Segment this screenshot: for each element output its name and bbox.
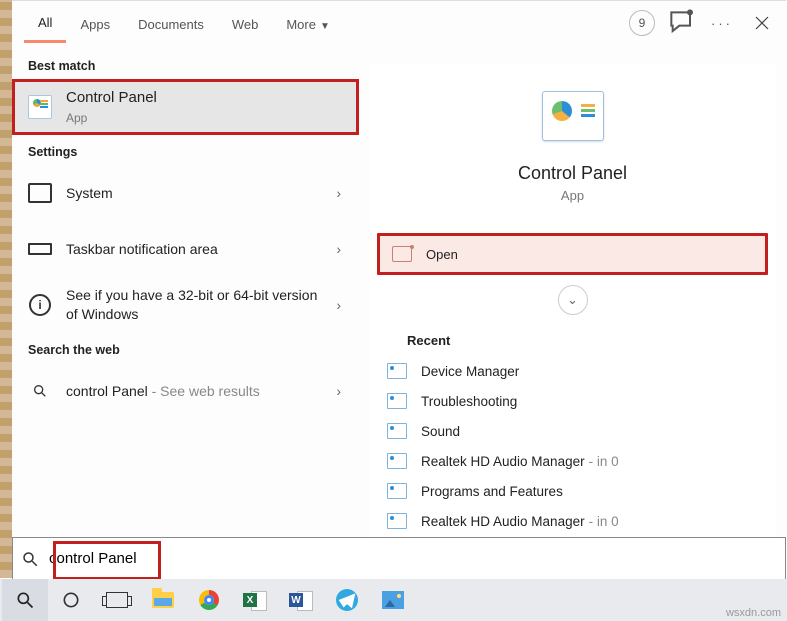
tab-documents[interactable]: Documents: [124, 5, 218, 42]
taskbar-taskview-button[interactable]: [94, 579, 140, 621]
taskbar-telegram-button[interactable]: [324, 579, 370, 621]
recent-item[interactable]: Sound: [383, 416, 768, 446]
rewards-badge[interactable]: 9: [626, 7, 658, 39]
recent-list: Device Manager Troubleshooting Sound Rea…: [377, 356, 768, 536]
chevron-right-icon: ›: [328, 185, 349, 201]
watermark: wsxdn.com: [726, 607, 781, 619]
taskbar-chrome-button[interactable]: [186, 579, 232, 621]
open-icon: [392, 246, 412, 262]
web-heading: Search the web: [12, 333, 359, 363]
chevron-down-icon: ⌄: [567, 292, 578, 308]
chevron-right-icon: ›: [328, 241, 349, 257]
app-icon: [387, 393, 407, 409]
taskbar-icon: [28, 237, 52, 261]
tabs-row: All Apps Documents Web More▼ 9 ···: [12, 1, 786, 45]
preview-title: Control Panel: [518, 163, 627, 184]
taskbar-photos-button[interactable]: [370, 579, 416, 621]
best-match-result[interactable]: Control Panel App: [12, 79, 359, 135]
app-icon: [387, 453, 407, 469]
settings-item-bitness[interactable]: i See if you have a 32-bit or 64-bit ver…: [12, 277, 359, 333]
recent-item[interactable]: Realtek HD Audio Manager - in 0: [383, 506, 768, 536]
control-panel-large-icon: [542, 91, 604, 141]
chevron-right-icon: ›: [328, 383, 349, 399]
chevron-right-icon: ›: [328, 297, 349, 313]
tab-apps[interactable]: Apps: [66, 5, 124, 42]
taskbar-search-button[interactable]: [2, 579, 48, 621]
settings-item-taskbar[interactable]: Taskbar notification area ›: [12, 221, 359, 277]
results-column: Best match Control Panel App Settings Sy…: [12, 45, 359, 579]
recent-item[interactable]: Realtek HD Audio Manager - in 0: [383, 446, 768, 476]
expand-actions-button[interactable]: ⌄: [558, 285, 588, 315]
search-bar[interactable]: [12, 537, 786, 580]
web-query-text: control Panel: [66, 383, 148, 399]
control-panel-icon: [28, 95, 52, 119]
desktop-edge: [0, 0, 12, 578]
settings-heading: Settings: [12, 135, 359, 165]
tab-more[interactable]: More▼: [272, 5, 344, 42]
recent-heading: Recent: [377, 319, 768, 356]
badge-count: 9: [629, 10, 655, 36]
recent-item[interactable]: Device Manager: [383, 356, 768, 386]
best-match-heading: Best match: [12, 49, 359, 79]
best-match-subtitle: App: [66, 110, 349, 126]
recent-item[interactable]: Programs and Features: [383, 476, 768, 506]
taskbar-excel-button[interactable]: X: [232, 579, 278, 621]
web-suffix-text: - See web results: [148, 383, 260, 399]
best-match-title: Control Panel: [66, 88, 349, 108]
search-icon: [28, 379, 52, 403]
search-panel: All Apps Documents Web More▼ 9 ··· Best …: [12, 0, 786, 579]
app-icon: [387, 423, 407, 439]
search-input[interactable]: [47, 549, 151, 568]
web-search-item[interactable]: control Panel - See web results ›: [12, 363, 359, 419]
search-icon: [13, 550, 47, 568]
tab-all[interactable]: All: [24, 3, 66, 43]
preview-subtitle: App: [561, 188, 584, 203]
monitor-icon: [28, 181, 52, 205]
app-icon: [387, 483, 407, 499]
taskbar: X W: [0, 579, 787, 621]
chevron-down-icon: ▼: [320, 21, 330, 32]
app-icon: [387, 513, 407, 529]
more-options-icon[interactable]: ···: [706, 7, 738, 39]
tab-web[interactable]: Web: [218, 5, 273, 42]
preview-column: Control Panel App Open ⌄ Recent Device M…: [359, 45, 786, 579]
close-button[interactable]: [746, 7, 778, 39]
open-label: Open: [426, 247, 458, 262]
app-icon: [387, 363, 407, 379]
taskbar-word-button[interactable]: W: [278, 579, 324, 621]
open-action[interactable]: Open: [377, 233, 768, 275]
taskbar-cortana-button[interactable]: [48, 579, 94, 621]
feedback-icon[interactable]: [666, 7, 698, 39]
settings-item-system[interactable]: System ›: [12, 165, 359, 221]
recent-item[interactable]: Troubleshooting: [383, 386, 768, 416]
taskbar-explorer-button[interactable]: [140, 579, 186, 621]
info-icon: i: [28, 293, 52, 317]
